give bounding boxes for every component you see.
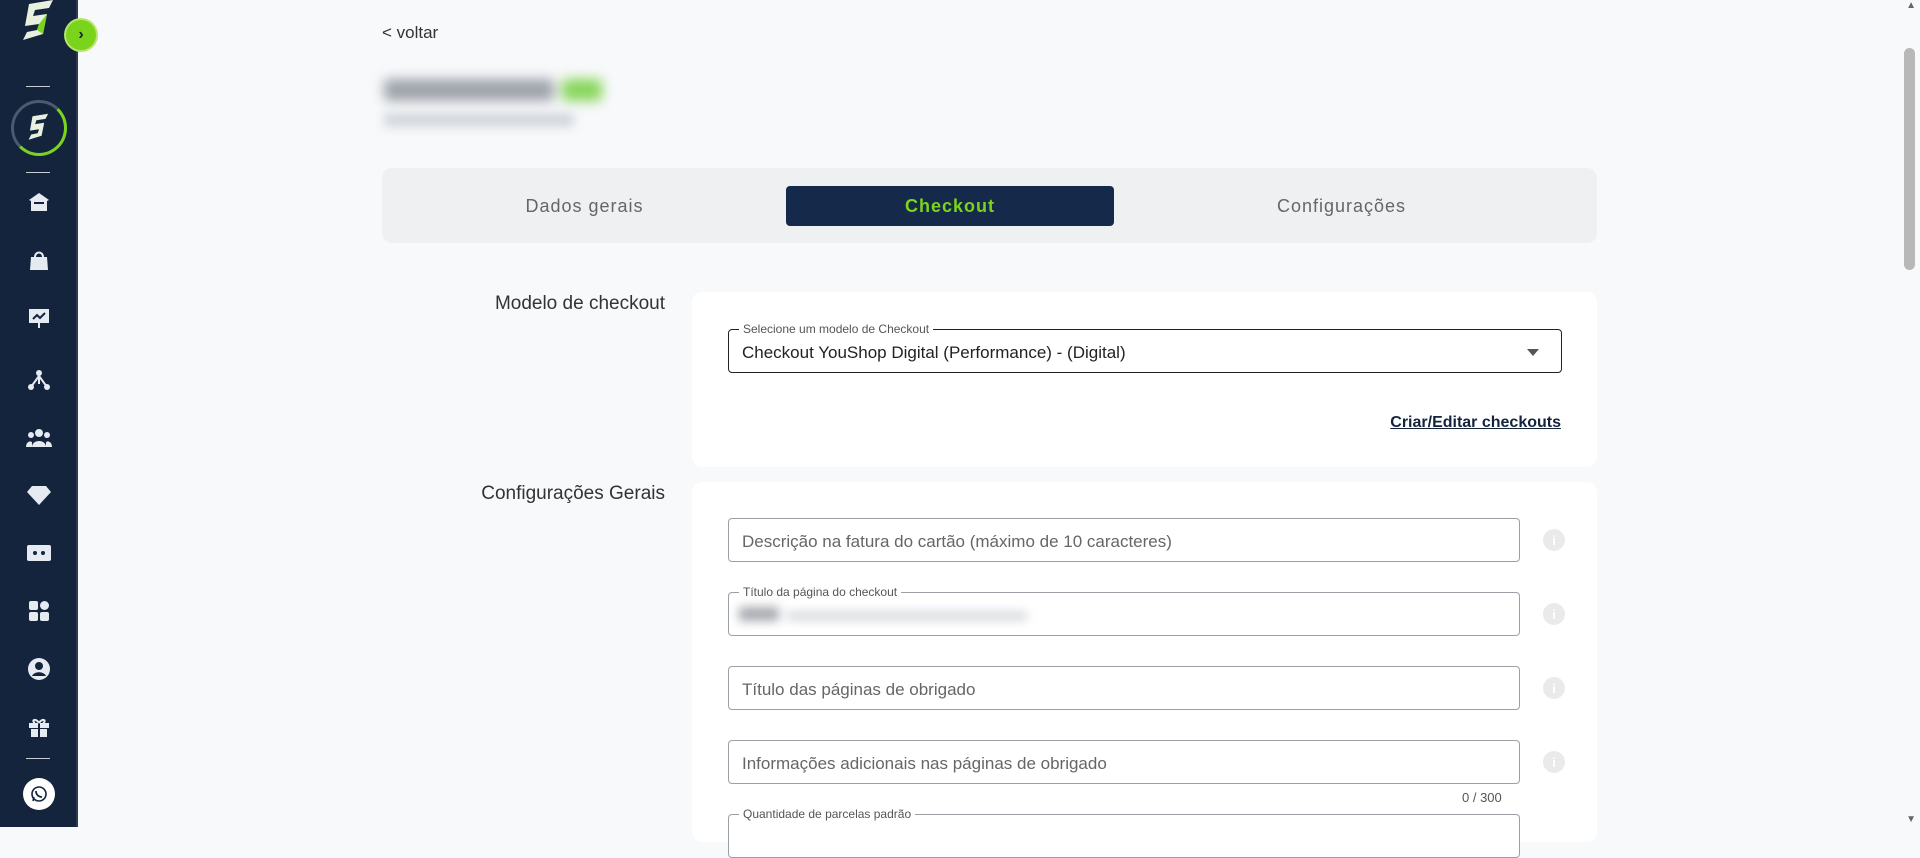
offer-subtitle-redacted xyxy=(384,113,574,127)
gift-icon[interactable] xyxy=(26,714,52,740)
checkout-model-select-value: Checkout YouShop Digital (Performance) -… xyxy=(742,343,1126,362)
home-icon[interactable] xyxy=(26,189,52,215)
sidebar-divider xyxy=(26,172,50,173)
checkout-page-title-input[interactable]: Título da página do checkout xyxy=(728,585,1520,636)
thanks-info-char-counter: 0 / 300 xyxy=(1462,790,1502,805)
checkout-page-title-value-redacted xyxy=(739,605,1029,623)
thanks-page-title-input[interactable]: Título das páginas de obrigado xyxy=(728,666,1520,710)
info-icon[interactable]: i xyxy=(1543,751,1565,773)
tab-configuracoes[interactable]: Configurações xyxy=(1114,186,1569,226)
sidebar-divider xyxy=(26,86,50,87)
info-icon[interactable]: i xyxy=(1543,677,1565,699)
brand-logo-icon[interactable] xyxy=(19,0,59,44)
dropdown-caret-icon[interactable] xyxy=(1527,349,1539,356)
checkout-model-section-label: Modelo de checkout xyxy=(494,293,665,314)
checkout-model-card: Selecione um modelo de Checkout Checkout… xyxy=(692,292,1597,467)
default-installments-select[interactable]: Quantidade de parcelas padrão xyxy=(728,807,1520,858)
general-settings-card: Descrição na fatura do cartão (máximo de… xyxy=(692,482,1597,858)
thanks-page-info-placeholder: Informações adicionais nas páginas de ob… xyxy=(742,754,1107,773)
back-link[interactable]: < voltar xyxy=(382,23,438,43)
whatsapp-icon[interactable] xyxy=(23,778,55,810)
user-circle-icon[interactable] xyxy=(26,656,52,682)
tab-bar: Dados gerais Checkout Configurações xyxy=(382,168,1597,243)
thanks-page-title-placeholder: Título das páginas de obrigado xyxy=(742,680,976,699)
sidebar xyxy=(0,0,78,827)
scroll-thumb[interactable] xyxy=(1904,48,1915,270)
card-description-placeholder: Descrição na fatura do cartão (máximo de… xyxy=(742,532,1172,551)
info-icon[interactable]: i xyxy=(1543,529,1565,551)
user-avatar[interactable] xyxy=(11,100,67,156)
checkout-page-title-legend: Título da página do checkout xyxy=(739,585,902,599)
sidebar-divider xyxy=(26,758,50,759)
default-installments-legend: Quantidade de parcelas padrão xyxy=(739,807,916,821)
ticket-icon[interactable] xyxy=(26,540,52,566)
thanks-page-info-input[interactable]: Informações adicionais nas páginas de ob… xyxy=(728,740,1520,784)
offer-title-redacted xyxy=(384,73,614,109)
network-icon[interactable] xyxy=(26,367,52,393)
scroll-down-arrow-icon[interactable]: ▼ xyxy=(1906,814,1916,825)
checkout-model-select-legend: Selecione um modelo de Checkout xyxy=(739,322,934,336)
page-scrollbar[interactable]: ▲ ▼ xyxy=(1900,0,1920,827)
expand-sidebar-button[interactable]: › xyxy=(66,20,96,50)
tab-dados-gerais[interactable]: Dados gerais xyxy=(382,186,787,226)
edit-checkouts-link[interactable]: Criar/Editar checkouts xyxy=(1390,414,1561,432)
apps-grid-icon[interactable] xyxy=(26,598,52,624)
tab-checkout[interactable]: Checkout xyxy=(786,186,1114,226)
presentation-chart-icon[interactable] xyxy=(26,305,52,331)
scroll-up-arrow-icon[interactable]: ▲ xyxy=(1906,0,1916,11)
checkout-model-select[interactable]: Selecione um modelo de Checkout Checkout… xyxy=(728,322,1562,373)
users-icon[interactable] xyxy=(26,425,52,451)
shopping-bag-icon[interactable] xyxy=(26,247,52,273)
diamond-icon[interactable] xyxy=(26,482,52,508)
card-description-input[interactable]: Descrição na fatura do cartão (máximo de… xyxy=(728,518,1520,562)
general-settings-section-label: Configurações Gerais xyxy=(481,483,665,504)
info-icon[interactable]: i xyxy=(1543,603,1565,625)
